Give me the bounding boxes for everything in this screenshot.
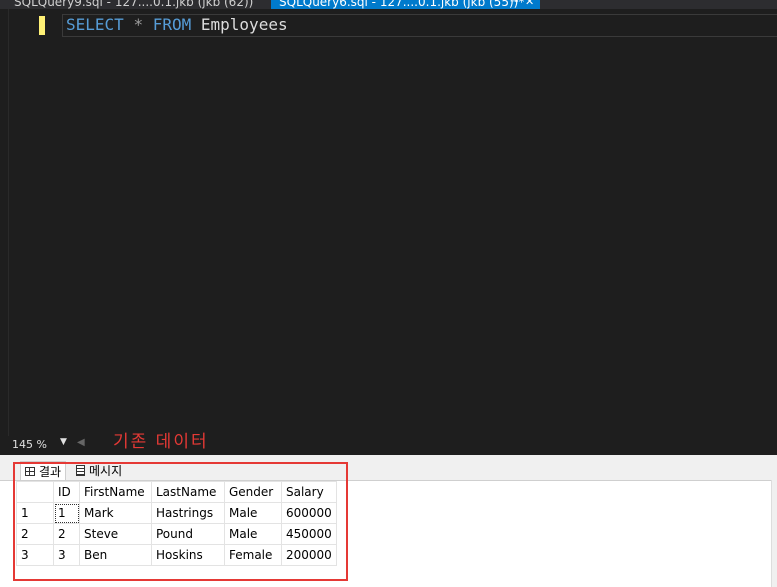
tab-results[interactable]: 결과 [20, 461, 67, 480]
query-editor[interactable]: SELECT * FROM Employees [0, 9, 777, 436]
results-vertical-scrollbar[interactable] [771, 480, 777, 587]
row-number[interactable]: 2 [16, 523, 54, 545]
row-number[interactable]: 3 [16, 544, 54, 566]
cell-salary[interactable]: 450000 [281, 523, 337, 545]
cell-salary[interactable]: 200000 [281, 544, 337, 566]
column-header-firstname[interactable]: FirstName [79, 481, 152, 503]
cell-id[interactable]: 2 [53, 523, 80, 545]
code-line-1[interactable]: SELECT * FROM Employees [66, 15, 288, 35]
grid-header-row: ID FirstName LastName Gender Salary [16, 481, 337, 503]
zoom-level[interactable]: 145 % [12, 438, 47, 451]
table-row: 1 1 Mark Hastrings Male 600000 [16, 502, 337, 524]
cell-gender[interactable]: Male [224, 502, 282, 524]
column-header-id[interactable]: ID [53, 481, 80, 503]
table-row: 3 3 Ben Hoskins Female 200000 [16, 544, 337, 566]
results-tab-strip: 결과 메시지 [0, 455, 777, 481]
tab-results-label: 결과 [39, 464, 62, 479]
table-row: 2 2 Steve Pound Male 450000 [16, 523, 337, 545]
pin-icon[interactable]: ⊸ [510, 0, 518, 9]
cell-lastname[interactable]: Pound [151, 523, 225, 545]
row-header-corner[interactable] [16, 481, 54, 503]
keyword-select: SELECT [66, 15, 124, 34]
cell-salary[interactable]: 600000 [281, 502, 337, 524]
annotation-label: 기존 데이터 [113, 432, 209, 452]
cell-lastname[interactable]: Hastrings [151, 502, 225, 524]
cell-firstname[interactable]: Steve [79, 523, 152, 545]
tab-sqlquery6[interactable]: SQLQuery6.sql - 127....0.1.jkb (jkb (55)… [271, 0, 540, 9]
close-icon[interactable]: ✕ [525, 0, 534, 9]
tab-messages-label: 메시지 [89, 463, 123, 478]
operator-star: * [133, 15, 144, 34]
keyword-from: FROM [152, 15, 192, 34]
message-icon [76, 464, 85, 476]
cell-firstname[interactable]: Mark [79, 502, 152, 524]
cell-firstname[interactable]: Ben [79, 544, 152, 566]
results-pane: 결과 메시지 ID FirstName LastName Gender Sala… [0, 455, 777, 587]
cell-id[interactable]: 1 [53, 502, 80, 524]
tab-sqlquery6-label: SQLQuery6.sql - 127....0.1.jkb (jkb (55)… [279, 0, 525, 9]
editor-gutter [0, 9, 9, 436]
document-tab-bar: SQLQuery9.sql - 127....0.1.jkb (jkb (62)… [0, 0, 777, 9]
grid-icon [25, 466, 35, 476]
scroll-left-icon[interactable]: ◀ [77, 437, 85, 448]
cell-id[interactable]: 3 [53, 544, 80, 566]
cell-lastname[interactable]: Hoskins [151, 544, 225, 566]
zoom-dropdown-icon[interactable]: ▼ [60, 437, 67, 447]
change-indicator [39, 16, 45, 35]
row-number[interactable]: 1 [16, 502, 54, 524]
results-grid[interactable]: ID FirstName LastName Gender Salary 1 1 … [16, 481, 337, 566]
column-header-gender[interactable]: Gender [224, 481, 282, 503]
cell-gender[interactable]: Male [224, 523, 282, 545]
tab-sqlquery9-label: SQLQuery9.sql - 127....0.1.jkb (jkb (62)… [14, 0, 254, 9]
table-identifier: Employees [200, 15, 288, 34]
column-header-salary[interactable]: Salary [281, 481, 337, 503]
cell-gender[interactable]: Female [224, 544, 282, 566]
tab-sqlquery9[interactable]: SQLQuery9.sql - 127....0.1.jkb (jkb (62)… [14, 0, 253, 9]
column-header-lastname[interactable]: LastName [151, 481, 225, 503]
tab-messages[interactable]: 메시지 [76, 461, 122, 479]
